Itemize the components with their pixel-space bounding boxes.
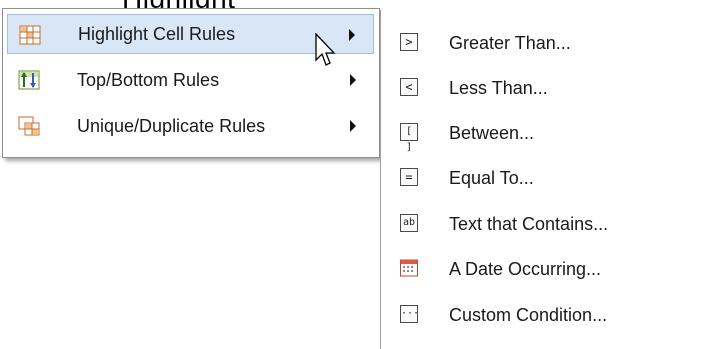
submenu-item-date-occurring[interactable]: A Date Occurring... [381, 247, 711, 291]
greater-than-icon: > [400, 33, 418, 51]
conditional-format-menu: Highlight Cell Rules Top/Bottom Rules Un… [2, 8, 380, 158]
conditional-formatting-menu-screen: Highlight Highlight Cell Rules [0, 0, 711, 349]
submenu-item-between[interactable]: [ ] Between... [381, 111, 711, 155]
submenu-item-label: Between... [449, 122, 535, 143]
submenu-arrow-icon [349, 29, 355, 41]
submenu-item-label: A Date Occurring... [449, 258, 602, 279]
text-contains-icon: ab [400, 214, 418, 232]
custom-condition-icon: ··· [400, 305, 419, 323]
submenu-item-label: Custom Condition... [449, 304, 608, 325]
equal-to-icon: = [400, 168, 418, 186]
submenu-item-label: Greater Than... [449, 32, 571, 53]
menu-item-unique-duplicate-rules[interactable]: Unique/Duplicate Rules [7, 106, 374, 146]
mouse-cursor-icon [315, 33, 336, 66]
submenu-item-label: Equal To... [449, 167, 534, 188]
submenu-item-custom-condition[interactable]: ··· Custom Condition... [381, 293, 711, 337]
less-than-icon: < [400, 78, 418, 96]
submenu-item-equal-to[interactable]: = Equal To... [381, 156, 711, 200]
submenu-arrow-icon [350, 74, 356, 86]
highlight-cell-rules-submenu: > Greater Than... < Less Than... [ ] Bet… [380, 10, 711, 349]
submenu-item-less-than[interactable]: < Less Than... [381, 66, 711, 110]
calendar-icon [400, 259, 418, 277]
submenu-item-greater-than[interactable]: > Greater Than... [381, 21, 711, 65]
menu-item-label: Highlight Cell Rules [78, 23, 236, 44]
highlight-cells-icon [19, 25, 41, 45]
unique-duplicate-icon [18, 116, 40, 136]
submenu-arrow-icon [350, 120, 356, 132]
menu-item-label: Top/Bottom Rules [77, 69, 220, 90]
submenu-item-text-contains[interactable]: ab Text that Contains... [381, 202, 711, 246]
top-bottom-icon [18, 70, 40, 90]
between-icon: [ ] [400, 123, 418, 153]
submenu-item-label: Text that Contains... [449, 213, 609, 234]
submenu-item-label: Less Than... [449, 77, 548, 98]
menu-item-label: Unique/Duplicate Rules [77, 115, 266, 136]
